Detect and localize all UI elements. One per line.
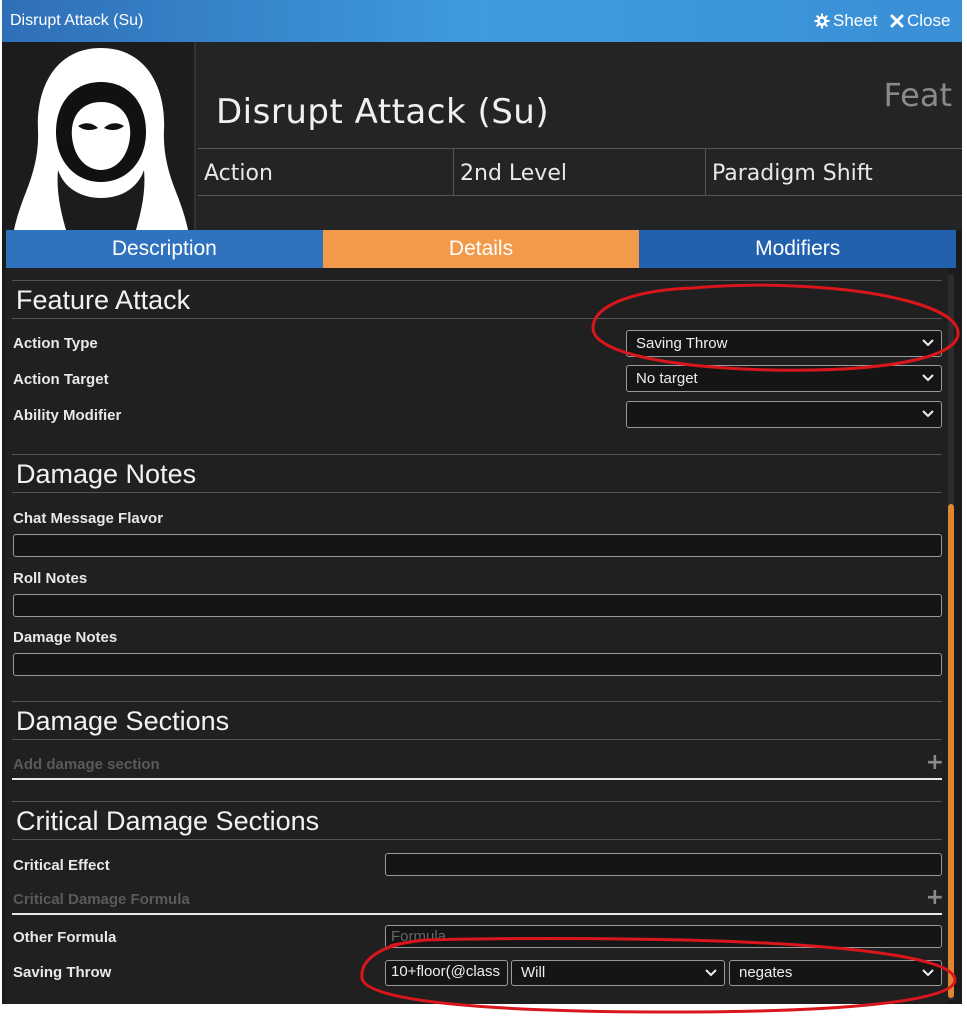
action-target-value: No target xyxy=(636,370,698,387)
gear-icon xyxy=(814,13,830,29)
action-type-value: Saving Throw xyxy=(636,335,728,352)
critical-divider xyxy=(12,913,942,915)
critical-heading: Critical Damage Sections xyxy=(12,801,942,840)
saving-throw-label: Saving Throw xyxy=(13,964,112,981)
summary-level: 2nd Level xyxy=(454,149,706,195)
saving-throw-type-select[interactable]: Will xyxy=(511,960,725,986)
item-summary: Action 2nd Level Paradigm Shift xyxy=(198,148,962,196)
action-target-label: Action Target xyxy=(13,371,109,388)
close-button[interactable]: Close xyxy=(890,11,950,31)
saving-throw-type-value: Will xyxy=(521,964,546,981)
item-portrait[interactable] xyxy=(6,42,196,230)
chevron-down-icon xyxy=(705,969,717,977)
sheet-label: Sheet xyxy=(833,11,878,30)
tab-modifiers[interactable]: Modifiers xyxy=(639,230,957,268)
window-titlebar[interactable]: Disrupt Attack (Su) Sheet Close xyxy=(2,0,962,42)
roll-notes-input[interactable] xyxy=(13,594,942,617)
summary-class: Paradigm Shift xyxy=(712,161,873,186)
chat-flavor-input[interactable] xyxy=(13,534,942,557)
add-critical-formula-button[interactable]: + xyxy=(926,885,944,910)
action-target-select[interactable]: No target xyxy=(626,365,942,392)
scrollbar-thumb[interactable] xyxy=(948,504,954,998)
critical-formula-label[interactable]: Critical Damage Formula xyxy=(13,891,190,908)
feature-attack-heading: Feature Attack xyxy=(12,280,942,319)
add-damage-section-label[interactable]: Add damage section xyxy=(13,756,160,773)
sheet-tabs: Description Details Modifiers xyxy=(6,230,957,268)
saving-throw-dc-input[interactable]: 10+floor(@class xyxy=(385,960,508,986)
chevron-down-icon xyxy=(922,339,934,347)
damage-sections-divider xyxy=(12,778,942,780)
saving-throw-effect-select[interactable]: negates xyxy=(729,960,942,986)
details-scrollbar[interactable] xyxy=(948,274,954,1000)
damage-notes-input[interactable] xyxy=(13,653,942,676)
other-formula-input[interactable]: Formula xyxy=(385,925,942,948)
close-label: Close xyxy=(907,11,951,30)
ability-modifier-label: Ability Modifier xyxy=(13,407,122,424)
item-sheet-window: Disrupt Attack (Su) Sheet Close Disrupt … xyxy=(2,0,962,1004)
sheet-config-button[interactable]: Sheet xyxy=(814,11,877,31)
critical-effect-label: Critical Effect xyxy=(13,857,110,874)
action-type-select[interactable]: Saving Throw xyxy=(626,330,942,357)
damage-notes-heading: Damage Notes xyxy=(12,454,942,493)
action-type-label: Action Type xyxy=(13,335,98,352)
tab-description[interactable]: Description xyxy=(6,230,323,268)
tab-details[interactable]: Details xyxy=(322,230,640,268)
item-header-info: Disrupt Attack (Su) Feat Action 2nd Leve… xyxy=(198,42,962,230)
damage-sections-heading: Damage Sections xyxy=(12,701,942,740)
close-icon xyxy=(890,14,904,28)
window-title: Disrupt Attack (Su) xyxy=(10,12,144,29)
item-header: Disrupt Attack (Su) Feat Action 2nd Leve… xyxy=(6,42,962,230)
summary-action: Action xyxy=(198,149,454,195)
chevron-down-icon xyxy=(922,410,934,418)
chat-flavor-label: Chat Message Flavor xyxy=(13,510,164,527)
details-panel: Feature Attack Action Type Saving Throw … xyxy=(6,268,948,1004)
item-name[interactable]: Disrupt Attack (Su) xyxy=(216,92,549,132)
chevron-down-icon xyxy=(922,374,934,382)
chevron-down-icon xyxy=(922,969,934,977)
critical-effect-input[interactable] xyxy=(385,853,942,876)
ability-modifier-select[interactable] xyxy=(626,401,942,428)
add-damage-section-button[interactable]: + xyxy=(926,750,944,775)
item-type: Feat xyxy=(883,76,953,114)
other-formula-label: Other Formula xyxy=(13,929,117,946)
saving-throw-effect-value: negates xyxy=(739,964,793,981)
roll-notes-label: Roll Notes xyxy=(13,570,88,587)
hooded-figure-icon xyxy=(14,48,188,230)
damage-notes-label: Damage Notes xyxy=(13,629,118,646)
